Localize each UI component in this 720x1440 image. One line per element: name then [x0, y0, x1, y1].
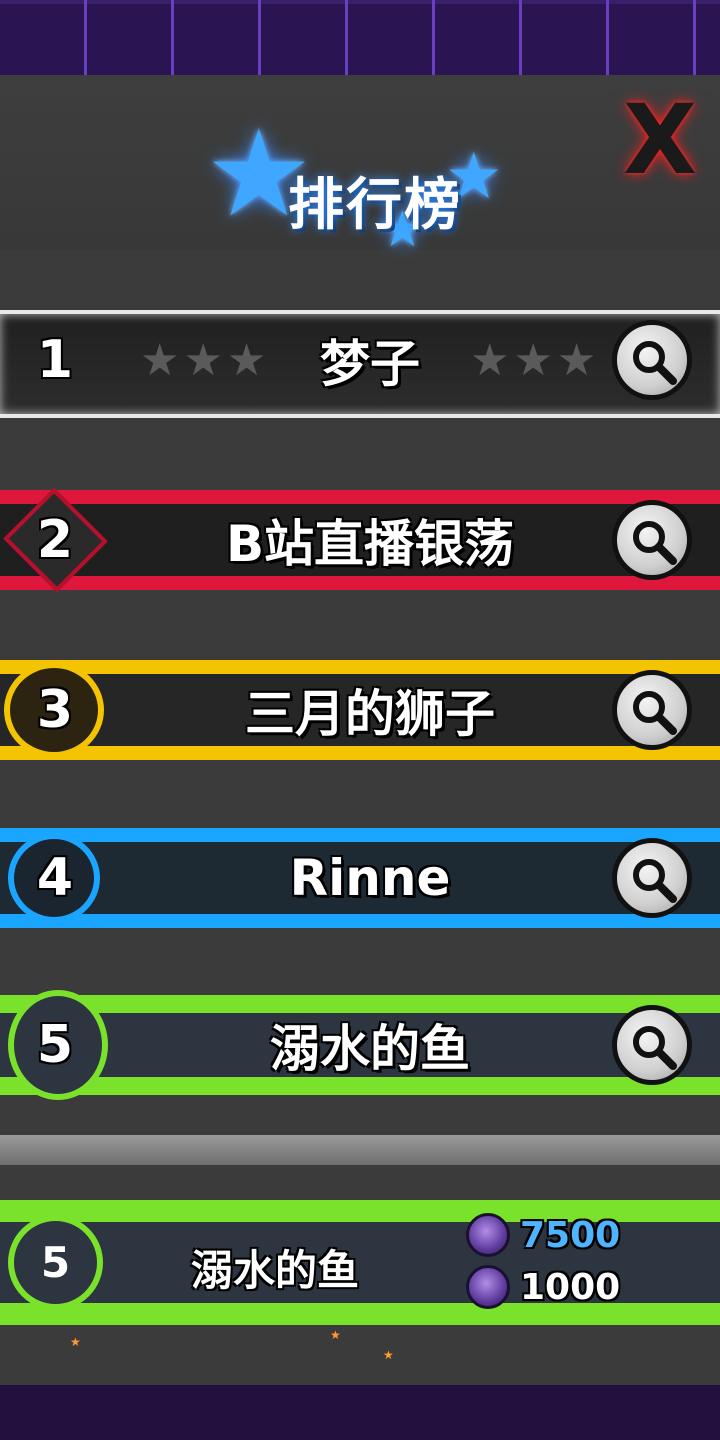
- background-top: [0, 0, 720, 75]
- view-player-button[interactable]: [612, 1005, 692, 1085]
- view-player-button[interactable]: [612, 838, 692, 918]
- purple-medal-icon: [466, 1213, 510, 1257]
- leaderboard-row-5: 5 溺水的鱼: [0, 975, 720, 1115]
- purple-gem-icon: [466, 1265, 510, 1309]
- rank-number: 1: [36, 330, 74, 390]
- close-x-icon: X: [622, 84, 697, 196]
- magnifier-icon: [633, 859, 677, 903]
- rank-number: 2: [36, 510, 74, 570]
- player-name: Rinne: [289, 849, 451, 907]
- leaderboard-row-4: 4 Rinne: [0, 808, 720, 948]
- page-title: 排行榜: [288, 173, 462, 238]
- view-player-button[interactable]: [612, 320, 692, 400]
- secondary-score: 1000: [466, 1264, 620, 1310]
- magnifier-icon: [633, 341, 677, 385]
- sparkle-icon: ★: [330, 1328, 341, 1342]
- leaderboard-row-1: ★★★ ★★★ 1 梦子: [0, 290, 720, 430]
- view-player-button[interactable]: [612, 500, 692, 580]
- sparkle-icon: ★: [70, 1335, 81, 1349]
- magnifier-icon: [633, 521, 677, 565]
- sparkle-icon: ★: [383, 1348, 394, 1362]
- player-name: B站直播银荡: [225, 515, 515, 573]
- primary-score: 7500: [466, 1212, 620, 1258]
- magnifier-icon: [633, 691, 677, 735]
- rank-number: 3: [36, 680, 74, 740]
- primary-score-value: 7500: [520, 1214, 621, 1256]
- view-player-button[interactable]: [612, 670, 692, 750]
- magnifier-icon: [633, 1026, 677, 1070]
- rank-number: 5: [36, 1015, 74, 1075]
- close-button[interactable]: X: [610, 84, 710, 196]
- my-rank-row: 5 溺水的鱼 7500 1000: [0, 1190, 720, 1340]
- player-name: 三月的狮子: [245, 685, 495, 743]
- my-player-name: 溺水的鱼: [190, 1246, 359, 1295]
- player-name: 溺水的鱼: [270, 1020, 470, 1078]
- my-rank-number: 5: [40, 1238, 71, 1287]
- background-bottom: [0, 1385, 720, 1440]
- secondary-score-value: 1000: [520, 1266, 621, 1308]
- player-name: 梦子: [320, 335, 420, 393]
- leaderboard-row-3: 3 三月的狮子: [0, 640, 720, 780]
- section-divider: [0, 1135, 720, 1165]
- rank-number: 4: [36, 848, 74, 908]
- leaderboard-row-2: 2 B站直播银荡: [0, 470, 720, 610]
